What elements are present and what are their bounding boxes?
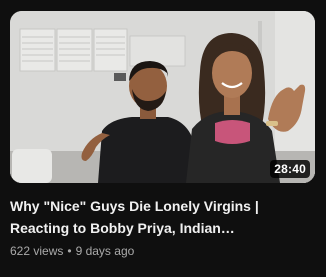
video-title-line-2[interactable]: Reacting to Bobby Priya, Indian…: [10, 217, 310, 239]
wall-calendar: [19, 28, 128, 72]
video-title-line-1[interactable]: Why "Nice" Guys Die Lonely Virgins |: [10, 195, 310, 217]
video-thumbnail[interactable]: 28:40: [10, 11, 315, 183]
thumbnail-image: [10, 11, 315, 183]
video-title[interactable]: Why "Nice" Guys Die Lonely Virgins | Rea…: [10, 195, 310, 239]
upload-age: 9 days ago: [75, 244, 135, 258]
meta-separator: •: [67, 244, 72, 258]
video-metadata: 622 views • 9 days ago: [10, 243, 134, 259]
video-card[interactable]: 28:40 Why "Nice" Guys Die Lonely Virgins…: [0, 0, 326, 277]
duration-badge: 28:40: [270, 160, 310, 178]
view-count: 622 views: [10, 244, 64, 258]
